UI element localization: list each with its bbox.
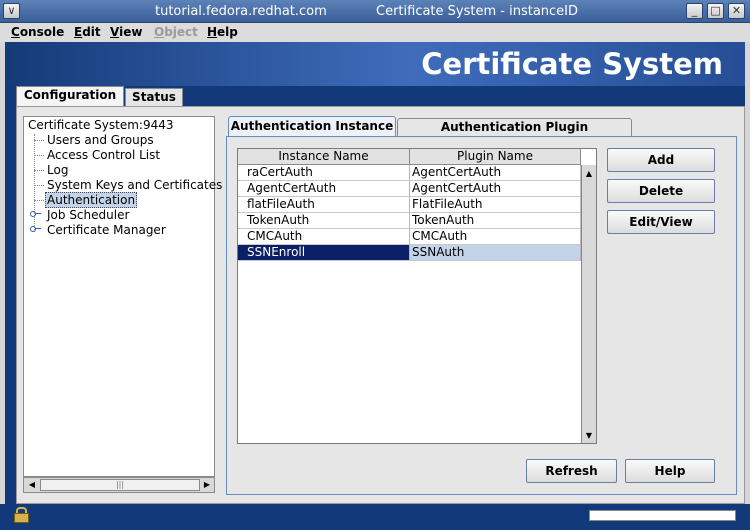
delete-button[interactable]: Delete: [607, 179, 715, 203]
close-button[interactable]: ✕: [728, 3, 745, 19]
instance-name-cell: raCertAuth: [238, 165, 410, 181]
tree-item-system-keys[interactable]: System Keys and Certificates: [47, 178, 222, 192]
instance-table: Instance Name Plugin Name raCertAuth Age…: [237, 148, 597, 444]
table-row[interactable]: AgentCertAuth AgentCertAuth: [238, 181, 581, 197]
plugin-name-cell: SSNAuth: [410, 245, 581, 261]
status-progress-bar: [589, 510, 736, 521]
plugin-name-cell: AgentCertAuth: [410, 181, 581, 197]
plugin-name-cell: FlatFileAuth: [410, 197, 581, 213]
chevron-down-icon: ∨: [7, 4, 16, 17]
scroll-thumb[interactable]: |||: [40, 479, 200, 491]
instance-name-cell: SSNEnroll: [238, 245, 410, 261]
menu-object: Object: [154, 25, 198, 39]
add-button[interactable]: Add: [607, 148, 715, 172]
scroll-down-icon[interactable]: ▼: [582, 429, 596, 443]
close-icon: ✕: [731, 4, 742, 17]
table-row[interactable]: raCertAuth AgentCertAuth: [238, 165, 581, 181]
scroll-left-icon[interactable]: ◀: [25, 478, 39, 492]
table-row[interactable]: CMCAuth CMCAuth: [238, 229, 581, 245]
table-row-selected[interactable]: SSNEnroll SSNAuth: [238, 245, 581, 261]
tree-connector-h: [34, 185, 44, 186]
title-bar: ∨ tutorial.fedora.redhat.com Certificate…: [0, 0, 750, 23]
instance-name-cell: CMCAuth: [238, 229, 410, 245]
tree-item-certificate-manager[interactable]: Certificate Manager: [47, 223, 166, 237]
tree-connector-h: [34, 155, 44, 156]
menu-help[interactable]: Help: [207, 25, 238, 39]
expand-node-icon[interactable]: [30, 226, 41, 232]
edit-view-button[interactable]: Edit/View: [607, 210, 715, 234]
tree-connector-h: [34, 170, 44, 171]
menu-bar: Console Edit View Object Help: [0, 23, 750, 42]
menu-view[interactable]: View: [110, 25, 142, 39]
scroll-right-icon[interactable]: ▶: [200, 478, 214, 492]
plugin-name-cell: CMCAuth: [410, 229, 581, 245]
tree-connector-h: [34, 200, 44, 201]
tab-configuration[interactable]: Configuration: [16, 86, 124, 106]
maximize-icon: □: [710, 4, 721, 17]
expand-node-icon[interactable]: [30, 211, 41, 217]
window-title: Certificate System - instanceID: [376, 4, 579, 19]
product-banner: Certificate System: [5, 42, 745, 86]
minimize-button[interactable]: _: [686, 3, 703, 19]
tree-item-users-and-groups[interactable]: Users and Groups: [47, 133, 154, 147]
tree-horizontal-scrollbar[interactable]: ◀ ||| ▶: [23, 477, 215, 493]
menu-console[interactable]: Console: [11, 25, 64, 39]
column-header-instance-name[interactable]: Instance Name: [238, 149, 410, 165]
tree-item-log[interactable]: Log: [47, 163, 68, 177]
menu-edit[interactable]: Edit: [74, 25, 101, 39]
column-header-plugin-name[interactable]: Plugin Name: [410, 149, 581, 165]
minimize-icon: _: [691, 4, 698, 17]
tree-item-access-control-list[interactable]: Access Control List: [47, 148, 160, 162]
tab-authentication-plugin-registration[interactable]: Authentication Plugin Registration: [397, 118, 632, 151]
scroll-up-icon[interactable]: ▲: [582, 167, 596, 181]
instance-name-cell: TokenAuth: [238, 213, 410, 229]
maximize-button[interactable]: □: [707, 3, 724, 19]
instance-name-cell: flatFileAuth: [238, 197, 410, 213]
window-menu-button[interactable]: ∨: [3, 3, 20, 19]
tree-connector: [34, 134, 35, 232]
tab-status[interactable]: Status: [125, 88, 183, 106]
tree-root[interactable]: Certificate System:9443: [28, 118, 173, 132]
plugin-name-cell: AgentCertAuth: [410, 165, 581, 181]
tree-item-authentication[interactable]: Authentication: [45, 192, 138, 208]
refresh-button[interactable]: Refresh: [526, 459, 617, 483]
window-host: tutorial.fedora.redhat.com: [155, 4, 327, 19]
tree-item-job-scheduler[interactable]: Job Scheduler: [47, 208, 129, 222]
banner-title: Certificate System: [421, 47, 723, 81]
table-row[interactable]: TokenAuth TokenAuth: [238, 213, 581, 229]
instance-name-cell: AgentCertAuth: [238, 181, 410, 197]
plugin-name-cell: TokenAuth: [410, 213, 581, 229]
help-button[interactable]: Help: [625, 459, 715, 483]
table-vertical-scrollbar[interactable]: ▲ ▼: [581, 165, 596, 443]
tab-authentication-instance[interactable]: Authentication Instance: [228, 116, 396, 136]
lock-icon: [14, 507, 29, 523]
tree-connector-h: [34, 140, 44, 141]
table-row[interactable]: flatFileAuth FlatFileAuth: [238, 197, 581, 213]
